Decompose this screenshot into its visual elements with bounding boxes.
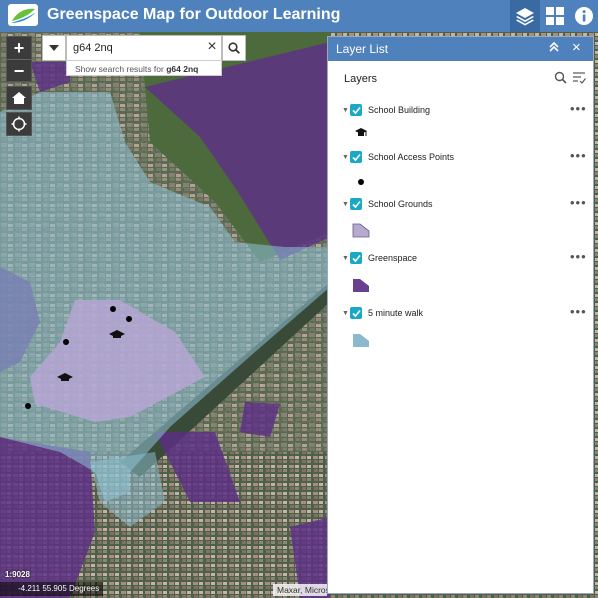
black-dot-icon xyxy=(357,177,365,189)
search-button[interactable] xyxy=(222,35,246,61)
checkmark-icon xyxy=(351,153,361,161)
close-button[interactable]: × xyxy=(572,39,581,56)
layer-more-options-button[interactable]: ••• xyxy=(570,148,587,163)
layer-search-button[interactable] xyxy=(554,71,567,87)
locate-icon xyxy=(11,116,27,132)
search-icon xyxy=(554,71,567,84)
checkmark-icon xyxy=(351,200,361,208)
layer-visibility-checkbox[interactable] xyxy=(350,198,362,210)
layer-item-school-access-points[interactable]: ▼ School Access Points ••• xyxy=(342,148,592,167)
checkmark-icon xyxy=(351,106,361,114)
layer-label: Greenspace xyxy=(368,253,418,263)
layer-item-school-building[interactable]: ▼ School Building ••• xyxy=(342,101,592,120)
greenspace-swatch xyxy=(352,278,370,296)
layer-item-5-minute-walk[interactable]: ▼ 5 minute walk ••• xyxy=(342,304,592,323)
layer-visibility-checkbox[interactable] xyxy=(350,104,362,116)
layer-options-button[interactable] xyxy=(572,71,586,87)
grid-icon xyxy=(546,7,564,25)
clear-search-button[interactable]: × xyxy=(205,38,219,56)
layer-more-options-button[interactable]: ••• xyxy=(570,249,587,264)
layers-heading: Layers xyxy=(344,73,378,85)
graduation-cap-icon xyxy=(354,127,368,142)
layer-item-greenspace[interactable]: ▼ Greenspace ••• xyxy=(342,249,592,268)
search-icon xyxy=(228,42,240,54)
app-logo xyxy=(8,4,38,26)
basemap-gallery-button[interactable] xyxy=(540,0,570,32)
home-button[interactable] xyxy=(6,86,32,110)
zoom-out-button[interactable]: − xyxy=(7,60,31,82)
checkmark-icon xyxy=(351,254,361,262)
zoom-in-button[interactable]: + xyxy=(7,37,31,59)
panel-title: Layer List xyxy=(336,42,389,56)
locate-button[interactable] xyxy=(6,112,32,136)
walk-zone-swatch xyxy=(352,333,370,351)
school-grounds-swatch xyxy=(352,223,370,241)
expand-caret-icon[interactable]: ▼ xyxy=(342,107,349,114)
expand-caret-icon[interactable]: ▼ xyxy=(342,255,349,262)
double-chevron-up-icon xyxy=(549,41,559,52)
coordinate-readout[interactable]: -4.211 55.905 Degrees xyxy=(0,582,104,596)
layer-visibility-checkbox[interactable] xyxy=(350,252,362,264)
layer-label: 5 minute walk xyxy=(368,308,424,318)
panel-header: Layer List × xyxy=(328,37,593,61)
layers-icon xyxy=(516,8,534,26)
caret-down-icon xyxy=(49,45,59,51)
layer-list-panel: Layer List × Layers ▼ School Building ••… xyxy=(327,36,594,594)
layers-button[interactable] xyxy=(510,0,540,32)
collapse-button[interactable] xyxy=(548,41,560,56)
layer-label: School Access Points xyxy=(368,152,455,162)
info-icon xyxy=(575,7,593,25)
layer-visibility-checkbox[interactable] xyxy=(350,151,362,163)
layer-more-options-button[interactable]: ••• xyxy=(570,304,587,319)
search-input[interactable] xyxy=(73,39,201,56)
list-check-icon xyxy=(573,72,586,84)
search-box: × xyxy=(66,35,222,61)
home-icon xyxy=(12,92,26,104)
app-header: Greenspace Map for Outdoor Learning xyxy=(0,0,598,32)
expand-caret-icon[interactable]: ▼ xyxy=(342,201,349,208)
layer-label: School Building xyxy=(368,105,431,115)
search-source-dropdown[interactable] xyxy=(42,35,66,61)
layer-more-options-button[interactable]: ••• xyxy=(570,195,587,210)
expand-caret-icon[interactable]: ▼ xyxy=(342,154,349,161)
zoom-control: + − xyxy=(6,36,32,82)
layer-label: School Grounds xyxy=(368,199,433,209)
search-suggestion[interactable]: Show search results for g64 2nq xyxy=(66,60,222,76)
map-attribution[interactable]: Maxar, Microsoft xyxy=(273,584,327,596)
layer-more-options-button[interactable]: ••• xyxy=(570,101,587,116)
checkmark-icon xyxy=(351,309,361,317)
app-title: Greenspace Map for Outdoor Learning xyxy=(47,6,341,23)
layer-item-school-grounds[interactable]: ▼ School Grounds ••• xyxy=(342,195,592,214)
expand-caret-icon[interactable]: ▼ xyxy=(342,310,349,317)
layer-visibility-checkbox[interactable] xyxy=(350,307,362,319)
about-button[interactable] xyxy=(569,0,598,32)
suggestion-term: g64 2nq xyxy=(166,64,199,74)
suggestion-prefix: Show search results for xyxy=(75,64,164,74)
map-scale: 1:9028 xyxy=(5,570,30,579)
